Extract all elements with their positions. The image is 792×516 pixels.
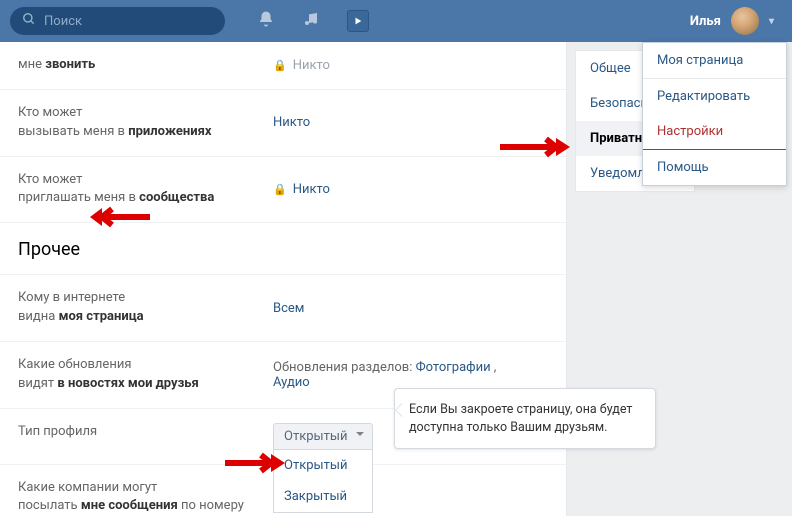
header-icons (257, 10, 369, 32)
row-label: Какие обновления видят в новостях мои др… (18, 356, 273, 394)
row-apps: Кто может вызывать меня в приложениях Ни… (0, 90, 566, 157)
lock-icon: 🔒 (273, 59, 287, 72)
option-closed[interactable]: Закрытый (274, 481, 372, 512)
row-value[interactable]: Никто (273, 104, 310, 142)
play-icon[interactable] (347, 10, 369, 32)
menu-edit[interactable]: Редактировать (643, 79, 786, 114)
link-audio[interactable]: Аудио (273, 375, 310, 390)
row-label: Тип профиля (18, 423, 273, 450)
search-box[interactable] (10, 7, 225, 35)
menu-my-page[interactable]: Моя страница (643, 43, 786, 78)
row-value[interactable]: 🔒Никто (273, 171, 330, 209)
row-call: мне звонить 🔒Никто (0, 42, 566, 90)
option-open[interactable]: Открытый (274, 450, 372, 481)
link-photos[interactable]: Фотографии (416, 360, 491, 375)
row-label: Какие компании могут посылать мне сообще… (18, 479, 273, 516)
row-label: Кто может приглашать меня в сообщества (18, 171, 273, 209)
chevron-down-icon: ▾ (769, 16, 774, 27)
dropdown-button[interactable]: Открытый (273, 423, 373, 450)
bell-icon[interactable] (257, 10, 275, 32)
row-value[interactable]: Всем (273, 289, 304, 327)
user-dropdown: Моя страница Редактировать Настройки Пом… (642, 42, 787, 186)
row-label: Кому в интернете видна моя страница (18, 289, 273, 327)
search-icon (22, 12, 36, 30)
row-label: Кто может вызывать меня в приложениях (18, 104, 273, 142)
search-input[interactable] (44, 14, 213, 29)
menu-help[interactable]: Помощь (643, 150, 786, 185)
profile-type-dropdown: Открытый Открытый Закрытый (273, 423, 373, 450)
dropdown-menu: Открытый Закрытый (273, 450, 373, 513)
avatar (731, 7, 759, 35)
profile-type-tooltip: Если Вы закроете страницу, она будет дос… (394, 388, 656, 449)
row-value: Открытый Открытый Закрытый (273, 423, 373, 450)
user-name: Илья (690, 14, 721, 29)
row-label: мне звонить (18, 56, 273, 75)
top-header: Илья ▾ (0, 0, 792, 42)
user-menu-trigger[interactable]: Илья ▾ (690, 7, 782, 35)
music-icon[interactable] (303, 11, 319, 31)
row-visibility: Кому в интернете видна моя страница Всем (0, 275, 566, 342)
row-value[interactable]: 🔒Никто (273, 56, 330, 75)
row-communities: Кто может приглашать меня в сообщества 🔒… (0, 157, 566, 224)
menu-settings[interactable]: Настройки (643, 114, 786, 150)
lock-icon: 🔒 (273, 183, 287, 196)
section-other: Прочее (0, 223, 566, 275)
